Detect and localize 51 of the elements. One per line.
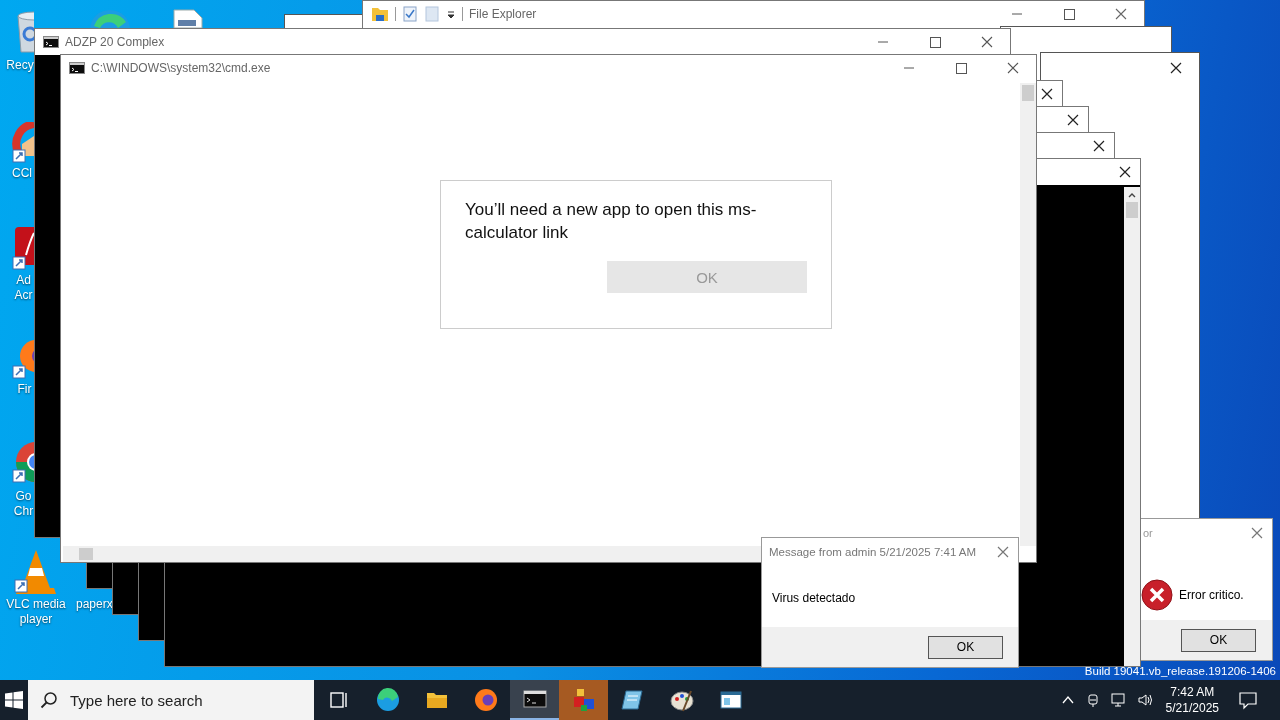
desktop-icon-label[interactable]: Recy: [6, 58, 34, 73]
dialog-title: Message from admin 5/21/2025 7:41 AM: [769, 546, 977, 558]
clock-time[interactable]: 7:42 AM: [1170, 684, 1215, 700]
ok-button[interactable]: OK: [1181, 628, 1256, 652]
notification-icon[interactable]: [1238, 690, 1258, 710]
error-message: Error critico.: [1179, 588, 1244, 602]
window-title: C:\WINDOWS\system32\cmd.exe: [91, 61, 271, 75]
dialog-title: or: [1143, 527, 1153, 539]
app-icon[interactable]: [12, 122, 34, 164]
scroll-thumb[interactable]: [1126, 202, 1138, 218]
network-icon[interactable]: [1110, 692, 1127, 708]
desktop-icon-label[interactable]: Go Chr: [13, 489, 34, 519]
scrollbar[interactable]: [1124, 187, 1140, 666]
properties-icon[interactable]: [402, 6, 418, 22]
desktop-icon-label[interactable]: CCl: [10, 166, 34, 181]
notepad-icon: [619, 687, 646, 713]
ok-button[interactable]: OK: [928, 635, 1003, 659]
start-icon[interactable]: [5, 691, 23, 709]
speaker-icon[interactable]: [1136, 692, 1153, 708]
search-icon: [40, 691, 58, 709]
browser-icon: [472, 687, 499, 713]
window-title: ADZP 20 Complex: [65, 35, 165, 49]
browser-icon: [374, 687, 401, 713]
desktop-icon-label[interactable]: Fir: [15, 382, 34, 397]
bin-icon[interactable]: [14, 8, 34, 54]
clock-date[interactable]: 5/21/2025: [1165, 700, 1219, 716]
console-icon: [69, 62, 85, 74]
search-input[interactable]: Type here to search: [68, 690, 292, 710]
desktop-icon-label[interactable]: Ad Acr: [13, 273, 34, 303]
scroll-thumb[interactable]: [1022, 85, 1034, 101]
build-info: Build 19041.vb_release.191206-1406: [1084, 665, 1276, 677]
vertical-scrollbar[interactable]: [1020, 83, 1036, 546]
desktop-icon-label[interactable]: paperx: [76, 597, 110, 612]
window-title: File Explorer: [469, 7, 537, 21]
app-icon[interactable]: [12, 225, 34, 271]
desktop-icon-label[interactable]: VLC media player: [0, 597, 72, 627]
close-icon[interactable]: [1040, 87, 1054, 101]
cone-icon[interactable]: [14, 548, 58, 596]
dialog-message: You’ll need a new app to open this ms-calculator link: [465, 199, 758, 244]
search-bar[interactable]: Type here to search: [28, 680, 314, 720]
scroll-thumb[interactable]: [79, 548, 93, 560]
taskbar-app[interactable]: [510, 680, 559, 720]
document-icon[interactable]: [170, 8, 204, 28]
folder-icon: [371, 6, 389, 22]
close-icon[interactable]: [1169, 61, 1183, 75]
browser-icon[interactable]: [12, 338, 34, 380]
dialog-message: Virus detectado: [772, 591, 856, 605]
close-icon[interactable]: [1118, 165, 1132, 179]
close-icon[interactable]: [1092, 139, 1106, 153]
console-icon: [43, 36, 59, 48]
close-icon[interactable]: [1066, 113, 1080, 127]
